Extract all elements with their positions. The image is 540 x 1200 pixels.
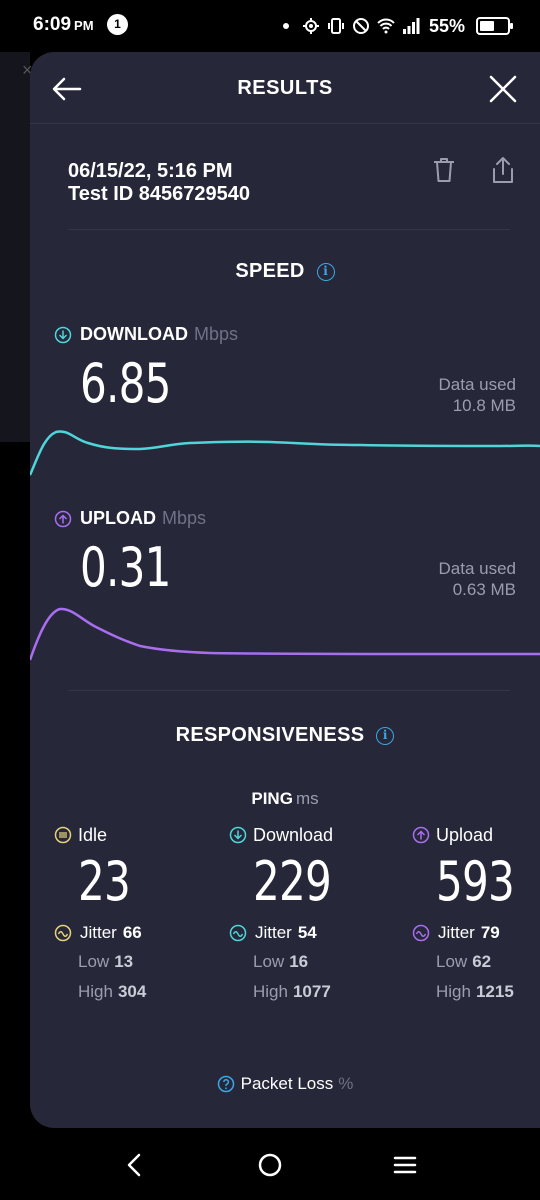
upload-arrow-icon — [54, 510, 72, 527]
download-value: 6.85 — [80, 352, 171, 415]
battery-icon — [476, 17, 513, 35]
backdrop: × — [0, 52, 33, 442]
download-label: DOWNLOAD Mbps — [54, 324, 238, 345]
ping-idle-label: Idle — [54, 824, 214, 846]
system-nav-bar — [0, 1128, 540, 1200]
ping-download-value: 229 — [253, 850, 332, 913]
ping-download-high: High 1077 — [253, 982, 331, 1001]
upload-value: 0.31 — [80, 536, 171, 599]
signal-icon — [402, 18, 420, 34]
battery-level — [480, 21, 495, 31]
test-meta: 06/15/22, 5:16 PM Test ID 8456729540 — [68, 160, 250, 206]
upload-unit: Mbps — [162, 508, 207, 528]
download-arrow-icon — [229, 826, 247, 844]
ping-column-idle: Idle 23 Jitter 66 Low 13 High 304 — [54, 824, 214, 1004]
packet-loss[interactable]: Packet Loss% — [30, 1074, 540, 1094]
divider — [68, 229, 510, 230]
ping-idle-low: Low 13 — [78, 952, 134, 971]
download-unit: Mbps — [193, 324, 238, 344]
status-icons: 55% — [277, 12, 513, 40]
speed-section-title: SPEED i — [30, 260, 540, 283]
results-header: RESULTS — [30, 52, 540, 124]
ping-column-download: Download 229 Jitter 54 Low 16 High 1077 — [229, 824, 389, 1004]
upload-data-used: Data used 0.63 MB — [439, 558, 517, 600]
jitter-idle: Jitter 66 — [54, 922, 214, 944]
packet-loss-unit: % — [338, 1074, 354, 1093]
responsiveness-section-title: RESPONSIVENESS i — [30, 724, 540, 747]
upload-arrow-icon — [412, 826, 430, 844]
ping-upload-label: Upload — [412, 824, 540, 846]
ping-column-upload: Upload 593 Jitter 79 Low 62 High 1215 — [412, 824, 540, 1004]
location-icon — [302, 18, 319, 34]
jitter-icon — [229, 924, 247, 942]
jitter-icon — [54, 924, 72, 942]
ping-upload-high: High 1215 — [436, 982, 514, 1001]
jitter-download: Jitter 54 — [229, 922, 389, 944]
ping-upload-value: 593 — [436, 850, 515, 913]
packet-loss-label: Packet Loss — [240, 1074, 334, 1093]
download-series-line — [30, 430, 540, 476]
download-arrow-icon — [54, 326, 72, 343]
download-data-used: Data used 10.8 MB — [439, 374, 517, 416]
divider — [68, 690, 510, 691]
ping-idle-value: 23 — [78, 850, 131, 913]
question-icon[interactable] — [217, 1075, 235, 1093]
download-label-text: DOWNLOAD — [80, 324, 188, 344]
data-used-label: Data used — [438, 375, 517, 394]
trash-icon[interactable] — [432, 156, 456, 184]
data-used-value: 10.8 MB — [452, 396, 516, 415]
upload-series-line — [30, 607, 540, 661]
results-sheet: RESULTS 06/15/22, 5:16 PM Test ID 845672… — [30, 52, 540, 1128]
test-id: Test ID 8456729540 — [68, 183, 250, 205]
nav-back-icon[interactable] — [120, 1150, 150, 1180]
do-not-disturb-icon — [352, 18, 369, 34]
ping-heading: PING ms — [251, 789, 319, 808]
upload-speed-graph — [30, 607, 540, 661]
vibrate-icon — [327, 18, 344, 34]
nav-menu-icon[interactable] — [390, 1150, 420, 1180]
test-datetime: 06/15/22, 5:16 PM — [68, 160, 233, 182]
ping-download-label: Download — [229, 824, 389, 846]
status-time: 6:09 PM — [33, 14, 94, 35]
ping-idle-high: High 304 — [78, 982, 147, 1001]
ping-download-low: Low 16 — [253, 952, 309, 971]
jitter-icon — [412, 924, 430, 942]
battery-percent: 55% — [428, 15, 465, 36]
nav-home-icon[interactable] — [255, 1150, 285, 1180]
dot-icon — [282, 23, 289, 29]
info-icon[interactable]: i — [316, 263, 335, 281]
info-icon[interactable]: i — [376, 727, 395, 745]
share-icon[interactable] — [490, 156, 516, 184]
jitter-upload: Jitter 79 — [412, 922, 540, 944]
page-title: RESULTS — [237, 77, 333, 99]
status-bar: 6:09 PM 1 55% — [0, 0, 540, 52]
ping-upload-low: Low 62 — [436, 952, 492, 971]
data-used-label: Data used — [438, 559, 517, 578]
download-speed-graph — [30, 430, 540, 476]
wifi-icon — [377, 18, 395, 34]
close-icon[interactable] — [488, 74, 518, 104]
notification-badge: 1 — [107, 14, 128, 35]
upload-label: UPLOAD Mbps — [54, 508, 206, 529]
data-used-value: 0.63 MB — [452, 580, 516, 599]
upload-label-text: UPLOAD — [80, 508, 156, 528]
idle-icon — [54, 826, 72, 844]
